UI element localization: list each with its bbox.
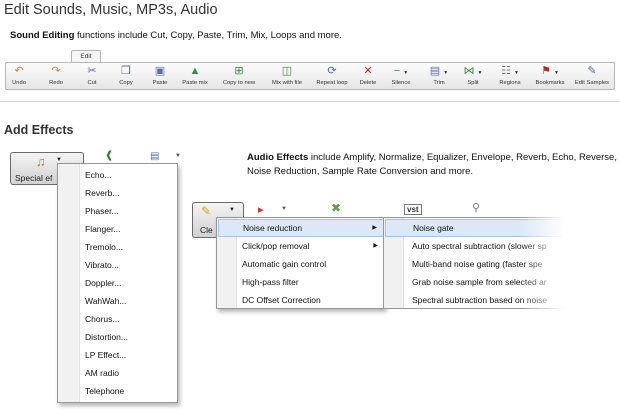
regions-button[interactable]: ☷ ▼ Regions [493,64,527,90]
menu-item-chorus[interactable]: Chorus... [85,310,120,328]
menu-fade-overlay [520,212,572,314]
sound-editing-text: functions include Cut, Copy, Paste, Trim… [74,30,342,41]
mix-with-file-button[interactable]: ◫ Mix with file [265,64,309,90]
menu-item-automatic-gain-control[interactable]: Automatic gain control [218,255,384,273]
menu-item-dc-offset-correction[interactable]: DC Offset Correction [218,291,384,309]
section-divider [0,101,620,102]
submenu-arrow-icon: ▶ [373,243,378,249]
bookmarks-button[interactable]: ⚑ ▼ Bookmarks [531,64,569,90]
pencil-icon: ✎ [587,65,597,77]
menu-item-high-pass-filter[interactable]: High-pass filter [218,273,384,291]
scissors-icon: ✂ [87,65,97,77]
menu-item-doppler[interactable]: Doppler... [85,274,121,292]
regions-icon: ☷ ▼ [501,65,519,77]
audio-effects-label: Audio Effects [247,152,309,163]
trim-button[interactable]: ▤ ▼ Trim [424,64,454,90]
chevron-down-icon[interactable]: ▼ [175,153,181,159]
split-button[interactable]: ⋈ ▼ Split [458,64,488,90]
menu-item-click-pop-removal[interactable]: Click/pop removal ▶ [218,237,384,255]
menu-item-lp-effect[interactable]: LP Effect... [85,346,126,364]
repeat-loop-icon: ⟳ [327,65,337,77]
delete-icon: ✕ [363,65,373,77]
paste-icon: ▣ [154,65,166,77]
split-icon: ⋈ ▼ [463,65,483,77]
sound-editing-label: Sound Editing [10,30,75,41]
redo-button[interactable]: ↷ Redo [44,64,68,90]
broom-icon: ✎ [201,204,212,218]
redo-icon: ↷ [51,65,61,77]
cut-button[interactable]: ✂ Cut [80,64,104,90]
silence-icon: − ▼ [393,65,409,77]
add-effects-title: Add Effects [4,123,74,137]
copy-to-new-icon: ⊞ [234,65,244,77]
paste-mix-button[interactable]: ▲ Paste mix [178,64,212,90]
silence-button[interactable]: − ▼ Silence [386,64,416,90]
paste-mix-icon: ▲ [189,65,201,77]
paste-button[interactable]: ▣ Paste [148,64,172,90]
copy-button[interactable]: ❐ Copy [114,64,138,90]
menu-item-distortion[interactable]: Distortion... [85,328,128,346]
vst-plugin-icon[interactable]: vst [404,204,422,215]
clean-menu: Noise reduction ▶ Click/pop removal ▶ Auto… [216,217,385,309]
speaker-icon[interactable]: ▸ [258,203,264,216]
special-effects-icon: ♫ [36,154,46,169]
copy-to-new-button[interactable]: ⊞ Copy to new [217,64,261,90]
microphone-icon[interactable]: ⚲ [472,201,480,214]
submenu-arrow-icon: ▶ [372,225,377,231]
menu-item-echo[interactable]: Echo... [85,166,111,184]
undo-icon: ↶ [14,65,24,77]
arrow-left-icon[interactable]: ❰ [105,150,113,161]
bookmark-icon: ⚑ ▼ [541,65,559,77]
menu-item-noise-reduction[interactable]: Noise reduction ▶ [218,219,384,237]
menu-item-am-radio[interactable]: AM radio [85,364,119,382]
edit-samples-button[interactable]: ✎ Edit Samples [572,64,612,90]
chevron-down-icon[interactable]: ▼ [281,206,287,212]
menu-item-tremolo[interactable]: Tremolo... [85,238,123,256]
repeat-loop-button[interactable]: ⟳ Repeat loop [311,64,353,90]
sound-editing-description: Sound Editing functions include Cut, Cop… [10,30,342,41]
menu-item-reverb[interactable]: Reverb... [85,184,120,202]
undo-button[interactable]: ↶ Undo [7,64,31,90]
delete-button[interactable]: ✕ Delete [356,64,380,90]
menu-item-wahwah[interactable]: WahWah... [85,292,126,310]
chart-icon[interactable]: ▤ [150,151,159,162]
audio-effects-description: Audio Effects include Amplify, Normalize… [247,151,617,179]
page-title: Edit Sounds, Music, MP3s, Audio [4,2,218,18]
chevron-down-icon: ▼ [229,207,235,213]
menu-gutter [58,164,80,402]
menu-item-telephone[interactable]: Telephone [85,382,124,400]
menu-item-vibrato[interactable]: Vibrato... [85,256,119,274]
menu-item-phaser[interactable]: Phaser... [85,202,119,220]
mix-file-icon: ◫ [281,65,293,77]
copy-icon: ❐ [121,65,131,77]
special-effects-menu: Echo... Reverb... Phaser... Flanger... T… [57,163,178,403]
trim-icon: ▤ ▼ [429,65,449,77]
crossfade-icon[interactable]: ✖ [331,201,341,215]
edit-ribbon: ↶ Undo ↷ Redo ✂ Cut ❐ Copy ▣ Paste ▲ Paste mix… [5,62,615,90]
menu-item-flanger[interactable]: Flanger... [85,220,120,238]
